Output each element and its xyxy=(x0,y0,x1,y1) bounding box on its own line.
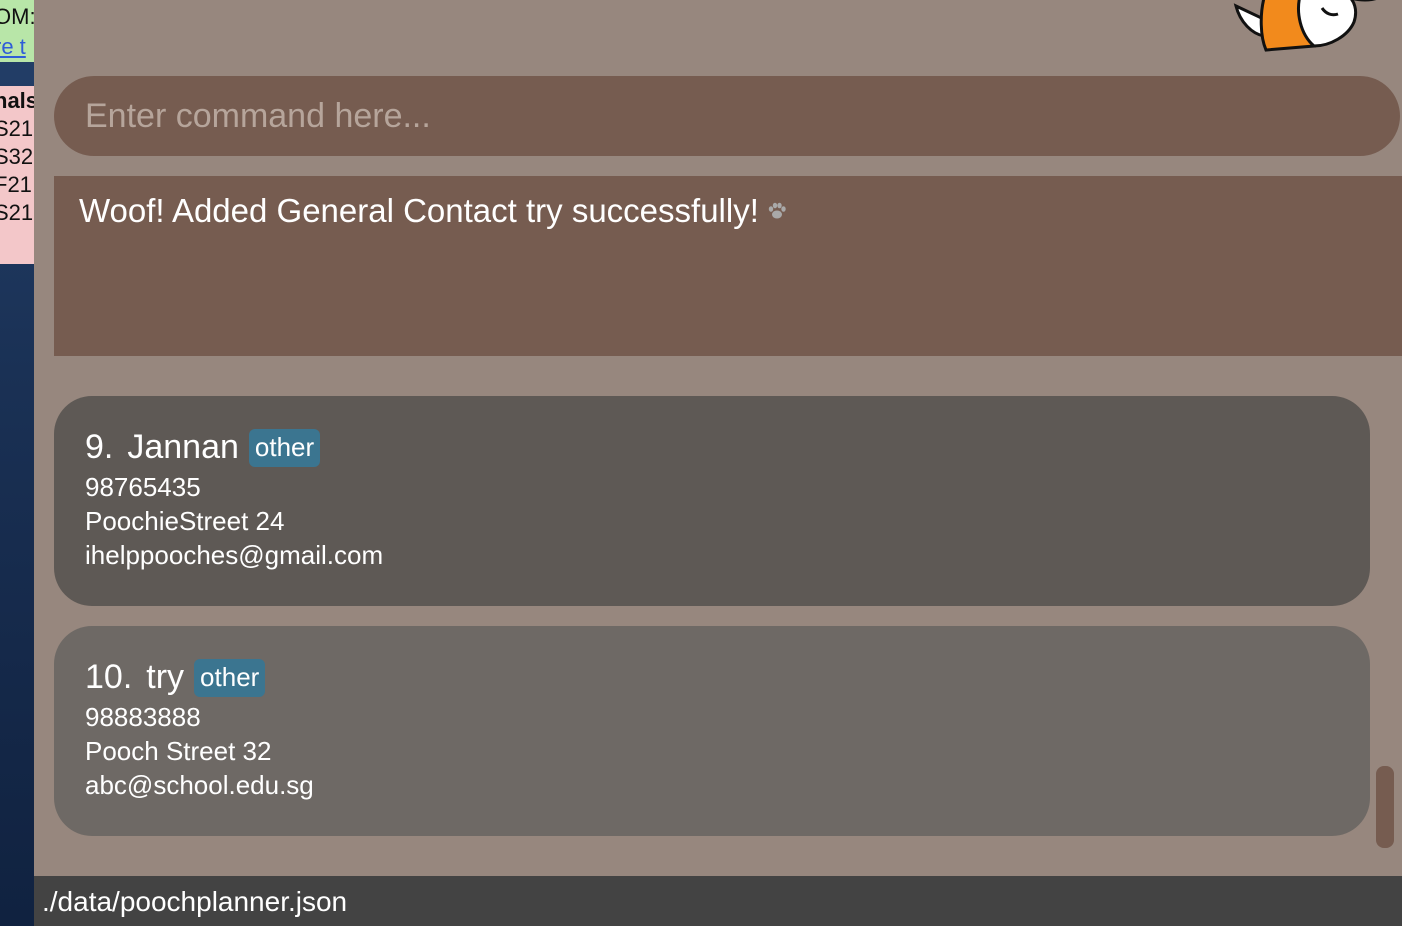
dog-mascot-icon xyxy=(1233,0,1377,52)
background-note-text: S21 xyxy=(0,200,34,225)
background-note-link: re t xyxy=(0,34,26,59)
contact-address: Pooch Street 32 xyxy=(85,736,272,766)
background-note-text: nals xyxy=(0,88,34,113)
desktop-background: OM: re t nals S21 S32 F21 S21 xyxy=(0,0,34,926)
contact-phone: 98765435 xyxy=(85,472,201,502)
contact-card[interactable]: 9. Jannan other 98765435 PoochieStreet 2… xyxy=(54,396,1370,606)
contact-card[interactable]: 10. try other 98883888 Pooch Street 32 a… xyxy=(54,626,1370,836)
contact-tag: other xyxy=(194,658,266,697)
contact-email: ihelppooches@gmail.com xyxy=(85,540,384,570)
pooch-planner-window: Woof! Added General Contact try successf… xyxy=(34,0,1402,926)
contact-email: abc@school.edu.sg xyxy=(85,770,314,800)
command-input[interactable] xyxy=(83,95,1400,137)
background-note-text: S32 xyxy=(0,144,34,169)
contact-title: 10. try other xyxy=(85,658,266,697)
background-note-pink: nals S21 S32 F21 S21 xyxy=(0,86,34,264)
command-box[interactable] xyxy=(54,76,1400,156)
result-message-row: Woof! Added General Contact try successf… xyxy=(79,192,787,230)
contact-name: try xyxy=(146,658,185,696)
result-display: Woof! Added General Contact try successf… xyxy=(54,176,1402,356)
status-bar: ./data/poochplanner.json xyxy=(34,876,1402,926)
contact-tag: other xyxy=(248,428,321,467)
result-message: Woof! Added General Contact try successf… xyxy=(79,192,759,229)
contact-title: 9. Jannan other xyxy=(85,428,321,467)
background-note-text: S21 xyxy=(0,116,34,141)
paw-icon xyxy=(768,202,786,219)
background-note-text: OM: xyxy=(0,4,34,29)
contact-index: 10. xyxy=(85,658,133,696)
contact-name: Jannan xyxy=(127,428,239,466)
background-note-text: F21 xyxy=(0,172,32,197)
data-file-path: ./data/poochplanner.json xyxy=(42,886,348,917)
contact-index: 9. xyxy=(85,428,114,466)
contact-list-scrollbar[interactable] xyxy=(1376,766,1394,848)
background-note-green: OM: re t xyxy=(0,0,34,62)
contact-phone: 98883888 xyxy=(85,702,201,732)
contact-address: PoochieStreet 24 xyxy=(85,506,285,536)
